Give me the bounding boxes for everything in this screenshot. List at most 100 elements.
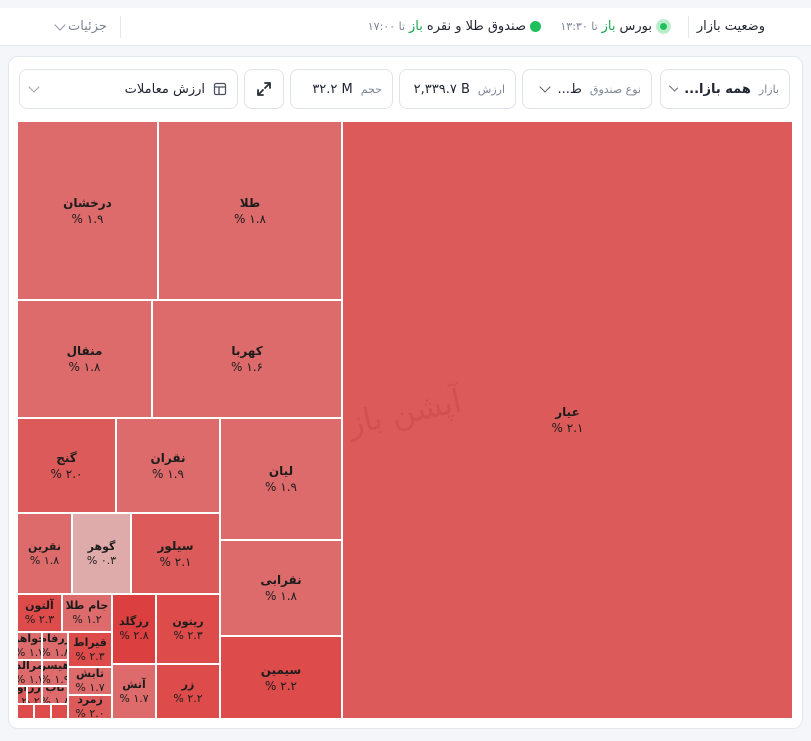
- treemap-tile[interactable]: زر۲.۱ %: [27, 686, 42, 704]
- table-icon: [213, 82, 227, 96]
- treemap-tile[interactable]: ریتون ۲.۳ %: [156, 594, 220, 664]
- tile-symbol: منقال: [66, 344, 103, 358]
- tile-symbol: جام طلا: [65, 599, 109, 612]
- tile-symbol: نقرابی: [260, 573, 302, 587]
- fund-type-value: ط...: [557, 81, 582, 97]
- treemap-tile[interactable]: تابش ۱.۷ %: [68, 667, 112, 695]
- treemap-tile[interactable]: نقرابی ۱.۸ %: [220, 540, 342, 636]
- tile-change-percent: ۱.۹ %: [71, 211, 104, 226]
- tile-change-percent: ۱.۸ %: [43, 695, 67, 704]
- tile-symbol: مرالد: [18, 660, 41, 672]
- tile-symbol: سیمین: [260, 662, 302, 677]
- treemap-tile[interactable]: طلا ۱.۸ %: [158, 121, 342, 300]
- treemap-tile[interactable]: گنج ۲.۰ %: [17, 418, 116, 513]
- tile-change-percent: ۲.۳ %: [75, 649, 105, 663]
- tile-change-percent: ۱.۸ %: [68, 360, 101, 374]
- tile-change-percent: ۰.۳ %: [86, 553, 117, 567]
- treemap-tile[interactable]: آتش ۱.۷ %: [112, 664, 156, 719]
- market-select-label: بازار: [758, 82, 779, 96]
- tile-symbol: گوهر: [87, 539, 116, 553]
- tile-change-percent: ۲.۳ %: [173, 629, 203, 642]
- status-dot-icon: [656, 19, 671, 34]
- treemap-tile[interactable]: تاب۱.۸ %: [42, 686, 68, 704]
- tile-change-percent: ۱.۹ %: [265, 480, 297, 494]
- sort-by-select[interactable]: ارزش معاملات: [19, 69, 238, 109]
- tile-symbol: قیراط: [73, 635, 107, 649]
- tile-symbol: زرفام: [43, 632, 67, 645]
- tile-change-percent: ۱.۶ %: [231, 360, 263, 374]
- tile-change-percent: ۲.۱ %: [28, 695, 41, 704]
- fund-type-select[interactable]: نوع صندوق ط...: [522, 69, 652, 109]
- expand-icon: [257, 82, 271, 96]
- treemap-tile[interactable]: سیمین ۲.۲ %: [220, 636, 342, 719]
- fund-close-time: تا ۱۷:۰۰: [367, 20, 406, 33]
- treemap-tile[interactable]: نقران ۱.۹ %: [116, 418, 220, 513]
- treemap-tile[interactable]: سیلور ۲.۱ %: [131, 513, 220, 594]
- treemap-tile[interactable]: عیار ۲.۱ %: [342, 121, 793, 719]
- tile-change-percent: ۱.۹ %: [152, 466, 184, 481]
- treemap-tile[interactable]: جام طلا ۱.۲ %: [62, 594, 112, 632]
- treemap-tile[interactable]: لیان ۱.۹ %: [220, 418, 342, 540]
- fund-state: باز: [409, 19, 423, 34]
- treemap-tile[interactable]: [51, 704, 68, 719]
- tile-symbol: جواهر: [18, 632, 41, 645]
- tile-symbol: نقران: [150, 450, 186, 465]
- treemap-tile[interactable]: گوهر ۰.۳ %: [72, 513, 131, 594]
- tile-change-percent: ۱.۸ %: [265, 589, 297, 603]
- tile-symbol: زر: [28, 686, 41, 694]
- divider: [120, 16, 121, 38]
- treemap-tile[interactable]: آلتون ۲.۳ %: [17, 594, 62, 632]
- treemap-tile[interactable]: [17, 704, 34, 719]
- fullscreen-button[interactable]: [244, 69, 284, 109]
- tile-change-percent: ۲.۲ %: [265, 678, 297, 693]
- tile-symbol: تابش: [76, 667, 104, 680]
- treemap-tile[interactable]: مرالد۱.۷ %: [17, 660, 42, 686]
- tile-change-percent: ۱.۷ %: [18, 646, 41, 659]
- treemap-tile[interactable]: زر ۲.۲ %: [156, 664, 220, 719]
- treemap-tile[interactable]: نقرین ۱.۸ %: [17, 513, 72, 594]
- total-value-label: ارزش: [477, 82, 505, 96]
- bourse-state: باز: [601, 19, 616, 34]
- treemap-tile[interactable]: درخشان ۱.۹ %: [17, 121, 158, 300]
- tile-change-percent: ۲.۱ %: [551, 421, 584, 435]
- tile-symbol: آتش: [122, 677, 146, 691]
- treemap-tile[interactable]: جواهر۱.۷ %: [17, 632, 42, 660]
- fund-type-label: نوع صندوق: [589, 82, 641, 96]
- chevron-down-icon: [54, 18, 66, 31]
- tile-symbol: لیان: [268, 464, 294, 478]
- treemap-tile[interactable]: قیراط ۲.۳ %: [68, 632, 112, 667]
- tile-change-percent: ۱.۲ %: [72, 613, 102, 626]
- treemap-tile[interactable]: کهربا ۱.۶ %: [152, 300, 342, 418]
- bourse-close-time: تا ۱۳:۳۰: [560, 20, 598, 33]
- tile-change-percent: ۲.۰ %: [75, 707, 105, 719]
- tile-change-percent: ۱.۷ %: [119, 691, 149, 705]
- treemap-tile[interactable]: آو۲.۰ %: [17, 686, 27, 704]
- tile-change-percent: ۱.۹ %: [43, 673, 67, 686]
- market-select[interactable]: بازار همه بازا...: [660, 69, 790, 109]
- tile-change-percent: ۲.۰ %: [50, 466, 83, 481]
- chevron-down-icon: [668, 82, 679, 92]
- tile-change-percent: ۲.۲ %: [173, 691, 203, 705]
- tile-symbol: آلتون: [25, 599, 54, 612]
- treemap-tile[interactable]: رزگلد ۲.۸ %: [112, 594, 156, 664]
- tile-change-percent: ۲.۳ %: [24, 613, 55, 626]
- tile-symbol: آو: [17, 686, 27, 694]
- tile-symbol: درخشان: [63, 195, 112, 210]
- tile-change-percent: ۱.۸ %: [29, 553, 60, 567]
- total-value-amount: ۲,۳۳۹.۷ B: [413, 81, 470, 97]
- details-toggle[interactable]: جزئیات: [54, 18, 107, 34]
- tile-symbol: گنج: [56, 450, 77, 465]
- tile-change-percent: ۱.۷ %: [18, 673, 41, 686]
- tile-symbol: طلا: [239, 195, 261, 210]
- tile-change-percent: ۱.۸ %: [234, 211, 266, 226]
- total-volume-label: حجم: [360, 82, 382, 96]
- treemap-tile[interactable]: منقال ۱.۸ %: [17, 300, 152, 418]
- treemap-tile[interactable]: هیسر۱.۹ %: [42, 660, 68, 686]
- treemap-tile[interactable]: [34, 704, 51, 719]
- tile-symbol: کهربا: [231, 344, 263, 358]
- tile-symbol: زمرد: [77, 695, 103, 706]
- treemap-tile[interactable]: زمرد ۲.۰ %: [68, 695, 112, 719]
- treemap-tile[interactable]: زرفام۱.۸ %: [42, 632, 68, 660]
- chevron-down-icon: [539, 81, 552, 93]
- tile-symbol: سیلور: [157, 538, 194, 553]
